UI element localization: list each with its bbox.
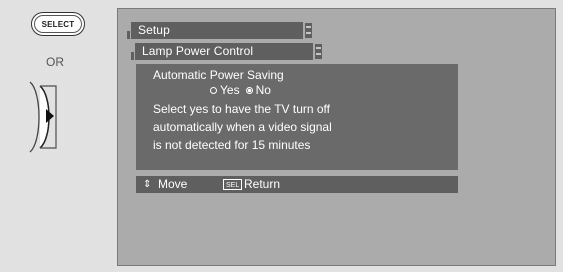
submenu-title: Lamp Power Control	[142, 44, 254, 58]
tv-screen: Setup Lamp Power Control Automatic Power…	[117, 8, 556, 266]
setting-heading: Automatic Power Saving	[153, 68, 284, 82]
menu-title-bar: Setup	[127, 22, 312, 39]
submenu-title-bar[interactable]: Lamp Power Control	[131, 43, 322, 60]
scroll-marker-icon	[315, 44, 322, 59]
or-label: OR	[46, 55, 64, 69]
option-yes[interactable]: Yes	[210, 83, 240, 97]
power-saving-options: Yes No	[210, 83, 271, 97]
help-bar: ⇕ Move SEL Return	[136, 176, 458, 193]
option-no-label: No	[255, 83, 271, 97]
setting-panel: Automatic Power Saving Yes No Select yes…	[136, 64, 458, 170]
select-button[interactable]: SELECT	[31, 12, 85, 36]
menu-title: Setup	[138, 23, 170, 37]
remote-illustration: SELECT OR	[0, 0, 108, 272]
up-down-arrows-icon: ⇕	[143, 179, 152, 190]
return-label: Return	[244, 177, 281, 191]
option-no[interactable]: No	[245, 83, 271, 97]
right-arrow-button[interactable]	[22, 76, 82, 158]
radio-selected-icon	[245, 86, 253, 94]
move-label: Move	[158, 177, 188, 191]
setting-description: Select yes to have the TV turn off autom…	[153, 102, 332, 152]
sel-key-icon: SEL	[223, 179, 243, 190]
scroll-marker-icon	[305, 23, 312, 38]
option-yes-label: Yes	[220, 83, 240, 97]
radio-unselected-icon	[210, 86, 217, 94]
right-arrow-icon	[46, 109, 54, 123]
